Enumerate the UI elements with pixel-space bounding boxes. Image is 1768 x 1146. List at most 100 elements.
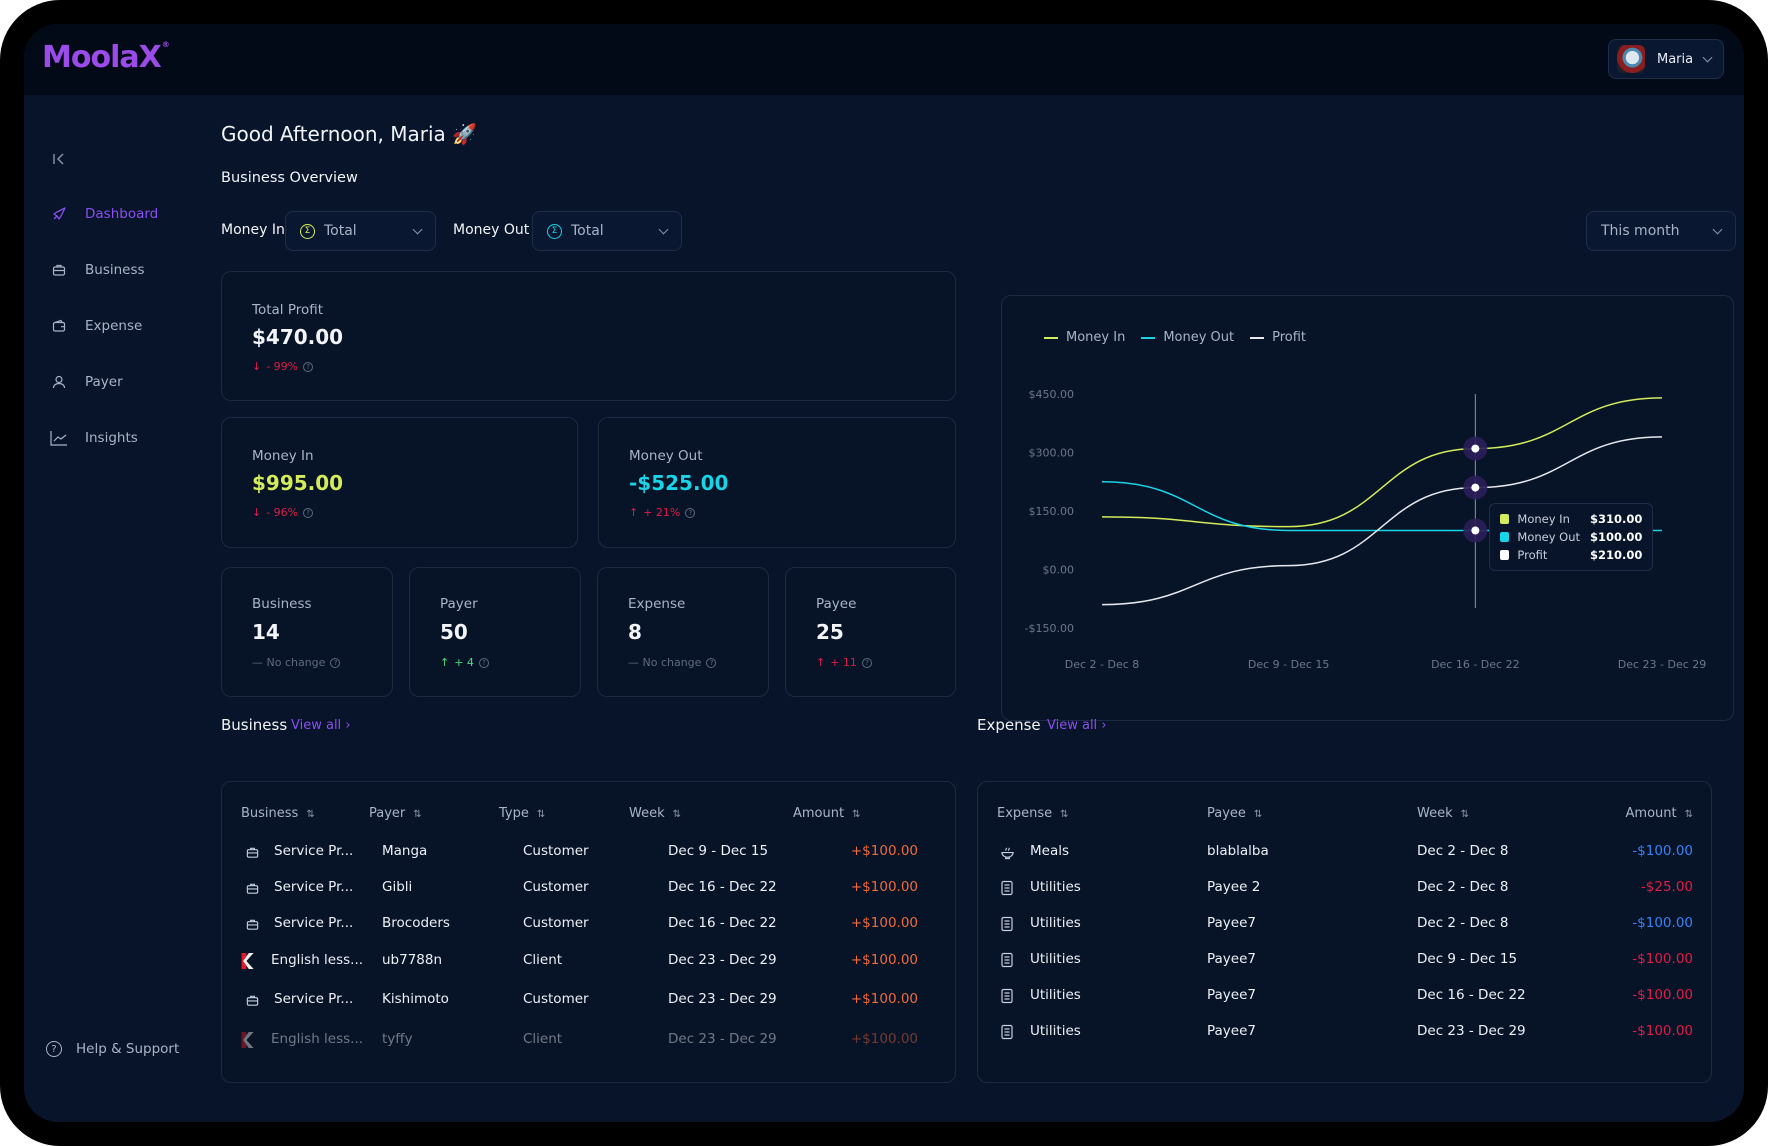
column-header-type[interactable]: Type ⇅: [499, 806, 545, 821]
column-header-week[interactable]: Week ⇅: [1417, 806, 1469, 821]
cell-week: Dec 9 - Dec 15: [668, 843, 769, 859]
business-table: Business ⇅ Payer ⇅ Type ⇅ Week ⇅ Amount ⇅ Service …: [221, 781, 956, 1083]
chart-tooltip: Money In $310.00 Money Out $100.00 Profit $…: [1489, 502, 1654, 571]
total-profit-card: Total Profit $470.00 ↓ - 99%?: [221, 271, 956, 401]
sort-icon: ⇅: [1253, 809, 1263, 820]
info-icon[interactable]: ?: [706, 657, 717, 668]
meal-icon: [999, 844, 1015, 860]
data-point[interactable]: [1471, 444, 1480, 453]
stat-change: ↓ - 96%?: [252, 506, 314, 519]
money-in-select[interactable]: Σ Total: [285, 211, 436, 251]
cell-week: Dec 23 - Dec 29: [668, 991, 777, 1007]
expense-table: Expense ⇅ Payee ⇅ Week ⇅ Amount ⇅ Meals blablalba…: [977, 781, 1712, 1083]
sigma-icon: Σ: [300, 223, 315, 239]
app-logo[interactable]: MoolaX®: [42, 40, 170, 75]
stat-label: Business: [252, 596, 312, 612]
stat-value: 25: [816, 620, 844, 644]
help-support-link[interactable]: ? Help & Support: [46, 1041, 179, 1057]
money-out-select[interactable]: Σ Total: [532, 211, 682, 251]
period-select[interactable]: This month: [1586, 211, 1736, 251]
table-row[interactable]: Service Pr... Brocoders Customer Dec 16 - D…: [222, 782, 955, 1082]
business-view-all-link[interactable]: View all ›: [291, 718, 351, 733]
data-point[interactable]: [1471, 483, 1480, 492]
sidebar-item-label: Business: [85, 262, 145, 278]
change-text: + 4: [454, 656, 474, 669]
table-row[interactable]: Utilities Payee7 Dec 16 - Dec 22 -$100.00: [978, 782, 1711, 1082]
sidebar-item-insights[interactable]: Insights: [50, 429, 138, 447]
arrow-up-icon: ↑: [440, 656, 450, 669]
cell-amount: -$100.00: [1632, 843, 1693, 859]
cell-type: Customer: [523, 879, 589, 895]
top-header: MoolaX® Maria: [24, 24, 1744, 95]
table-row[interactable]: Utilities Payee7 Dec 9 - Dec 15 -$100.00: [978, 782, 1711, 1082]
sidebar-item-dashboard[interactable]: Dashboard: [50, 205, 158, 223]
stat-label: Expense: [628, 596, 686, 612]
info-icon[interactable]: ?: [303, 361, 314, 372]
table-row[interactable]: Utilities Payee7 Dec 23 - Dec 29 -$100.00: [978, 782, 1711, 1082]
sidebar-item-business[interactable]: Business: [50, 261, 145, 279]
tooltip-swatch: [1500, 531, 1510, 542]
cell-type: Client: [523, 952, 563, 968]
column-header-payer[interactable]: Payer ⇅: [369, 806, 422, 821]
cell-amount: +$100.00: [850, 1031, 918, 1047]
chevron-down-icon: [1712, 224, 1723, 234]
cell-payer: Brocoders: [382, 915, 450, 931]
cell-type: Customer: [523, 843, 589, 859]
user-menu-button[interactable]: Maria: [1608, 39, 1724, 79]
cell-week: Dec 2 - Dec 8: [1417, 915, 1509, 931]
table-row[interactable]: Service Pr... Gibli Customer Dec 16 - Dec 2…: [222, 782, 955, 1082]
table-row[interactable]: Utilities Payee7 Dec 2 - Dec 8 -$100.00: [978, 782, 1711, 1082]
info-icon[interactable]: ?: [330, 657, 341, 668]
collapse-sidebar-icon[interactable]: [52, 151, 66, 170]
info-icon[interactable]: ?: [303, 507, 314, 518]
sidebar-item-label: Dashboard: [85, 206, 159, 222]
expense-view-all-link[interactable]: View all ›: [1047, 718, 1107, 733]
cell-business: Service Pr...: [274, 879, 354, 895]
table-row[interactable]: Meals blablalba Dec 2 - Dec 8 -$100.00: [978, 782, 1711, 1082]
sort-icon: ⇅: [672, 809, 682, 820]
tooltip-row: Profit $210.00: [1500, 546, 1642, 564]
cell-week: Dec 16 - Dec 22: [668, 915, 777, 931]
info-icon[interactable]: ?: [861, 657, 872, 668]
stat-label: Payer: [440, 596, 478, 612]
column-header-expense[interactable]: Expense ⇅: [997, 806, 1069, 821]
column-header-amount[interactable]: Amount ⇅: [793, 806, 860, 821]
sidebar-item-label: Expense: [85, 318, 143, 334]
sidebar-item-payer[interactable]: Payer: [50, 373, 123, 391]
column-header-business[interactable]: Business ⇅: [241, 806, 315, 821]
info-icon[interactable]: ?: [685, 507, 696, 518]
sort-icon: ⇅: [1684, 809, 1693, 820]
money-out-filter-label: Money Out: [453, 222, 530, 238]
data-point[interactable]: [1471, 526, 1480, 535]
greeting-heading: Good Afternoon, Maria 🚀: [221, 122, 478, 146]
logo-mark: ®: [161, 40, 170, 49]
select-value: This month: [1601, 223, 1680, 239]
column-header-week[interactable]: Week ⇅: [629, 806, 681, 821]
stat-change: ↑ + 11?: [816, 656, 872, 669]
stat-value: 50: [440, 620, 468, 644]
column-header-payee[interactable]: Payee ⇅: [1207, 806, 1262, 821]
info-icon[interactable]: ?: [478, 657, 489, 668]
chevron-down-icon: [412, 224, 423, 234]
table-row[interactable]: Service Pr... Manga Customer Dec 9 - Dec 15…: [222, 782, 955, 1082]
column-header-amount[interactable]: Amount ⇅: [1626, 806, 1693, 821]
sidebar-item-expense[interactable]: Expense: [50, 317, 142, 335]
stat-change: ↑ + 4?: [440, 656, 489, 669]
table-row[interactable]: Service Pr... Kishimoto Customer Dec 23 - D…: [222, 782, 955, 1082]
rocket-icon: [50, 205, 68, 223]
cell-week: Dec 23 - Dec 29: [1417, 1023, 1526, 1039]
table-row[interactable]: English less... ub7788n Client Dec 23 - Dec…: [222, 782, 955, 1082]
stat-value: 8: [628, 620, 642, 644]
cell-payer: Gibli: [382, 879, 413, 895]
y-tick-label: $0.00: [1043, 564, 1075, 577]
receipt-icon: [999, 952, 1015, 968]
cell-week: Dec 9 - Dec 15: [1417, 951, 1518, 967]
cell-type: Customer: [523, 915, 589, 931]
cell-business: English less...: [271, 952, 364, 968]
wallet-icon: [50, 317, 68, 335]
table-row[interactable]: English less... tyffy Client Dec 23 - Dec 2…: [222, 782, 955, 1082]
sidebar-item-label: Insights: [85, 430, 138, 446]
table-row[interactable]: Utilities Payee 2 Dec 2 - Dec 8 -$25.00: [978, 782, 1711, 1082]
tooltip-value: $100.00: [1589, 529, 1643, 544]
sort-icon: ⇅: [413, 809, 422, 820]
